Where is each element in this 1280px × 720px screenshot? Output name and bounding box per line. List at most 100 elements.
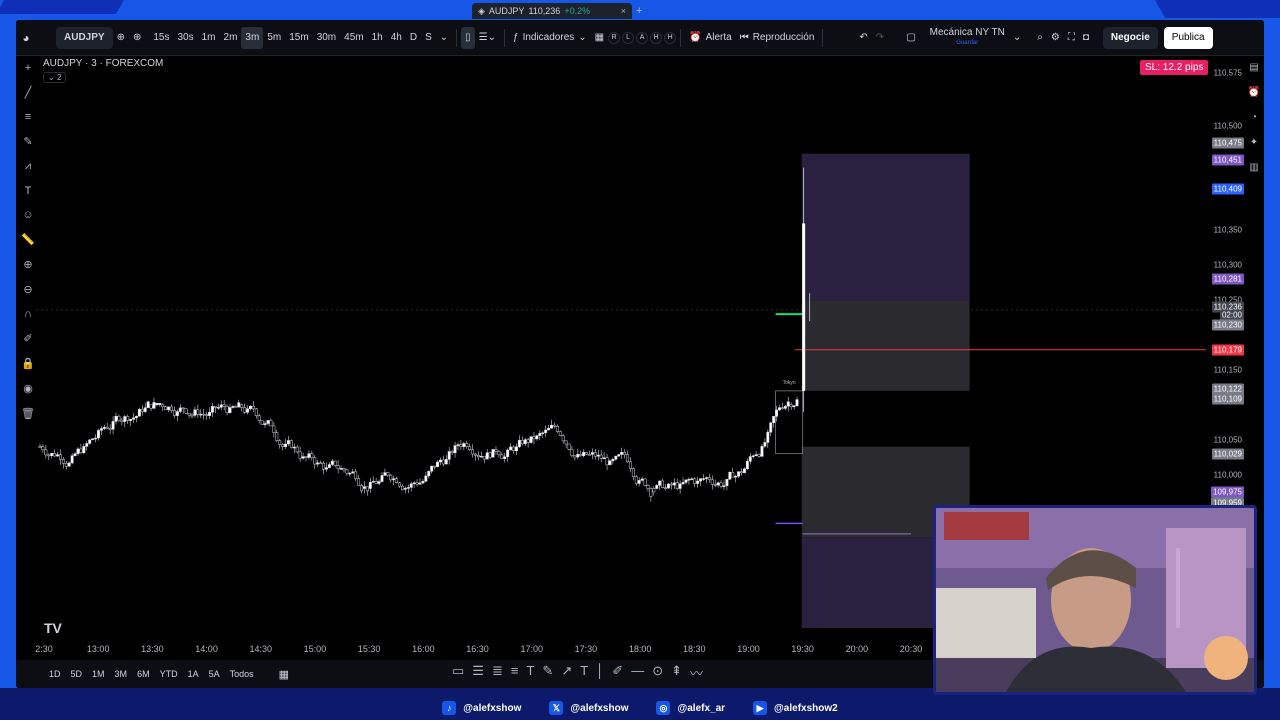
eye-icon[interactable]: ◉ xyxy=(23,382,33,395)
interval-1h[interactable]: 1h xyxy=(368,27,387,49)
interval-S[interactable]: S xyxy=(421,27,436,49)
trend-line-icon[interactable]: ╱ xyxy=(25,86,32,99)
text-icon[interactable]: T xyxy=(25,185,32,197)
range-ytd[interactable]: YTD xyxy=(155,669,183,679)
interval-30m[interactable]: 30m xyxy=(313,27,340,49)
indicator-count[interactable]: ⌄ 2 xyxy=(43,72,67,83)
interval-30s[interactable]: 30s xyxy=(173,27,197,49)
goto-date-icon[interactable]: ▦ xyxy=(279,668,289,681)
ruler-icon[interactable]: 📏 xyxy=(21,233,35,246)
compare-icon[interactable]: ⊕ xyxy=(113,27,129,49)
ideas-icon[interactable]: ✦ xyxy=(1250,137,1258,148)
brush-tool-icon[interactable]: ✎ xyxy=(542,663,553,682)
channel-icon[interactable]: ≣ xyxy=(492,663,503,682)
text-label-icon[interactable]: T xyxy=(580,663,588,682)
search-icon[interactable]: ⌕ xyxy=(1033,27,1047,49)
candle xyxy=(596,449,600,461)
template-r-button[interactable]: R xyxy=(608,31,621,44)
rectangle-icon[interactable]: ▭ xyxy=(452,663,464,682)
template-a-button[interactable]: A xyxy=(636,31,649,44)
candle xyxy=(263,420,267,428)
calendar-icon[interactable]: ▥ xyxy=(1249,162,1258,173)
interval-D[interactable]: D xyxy=(406,27,421,49)
interval-15s[interactable]: 15s xyxy=(149,27,173,49)
fib-retracement-icon[interactable]: ≡ xyxy=(511,663,519,682)
path-icon[interactable]: 〰 xyxy=(690,663,703,682)
template-l-button[interactable]: L xyxy=(622,31,635,44)
interval-dropdown-icon[interactable]: ⌄ xyxy=(436,27,452,49)
interval-5m[interactable]: 5m xyxy=(263,27,285,49)
emoji-icon[interactable]: ☺ xyxy=(22,209,33,221)
undo-icon[interactable]: ↶ xyxy=(855,27,871,49)
fullscreen-icon[interactable]: ⛶ xyxy=(1064,27,1079,49)
range-1d[interactable]: 1D xyxy=(44,669,66,679)
range-6m[interactable]: 6M xyxy=(132,669,155,679)
settings-icon[interactable]: ⚙ xyxy=(1047,27,1064,49)
new-tab-icon[interactable]: + xyxy=(636,5,642,17)
indicators-button[interactable]: ƒ Indicadores ⌄ xyxy=(509,27,591,49)
fib-icon[interactable]: ≡ xyxy=(25,111,31,123)
trade-button[interactable]: Negocie xyxy=(1102,26,1158,49)
hlines-icon[interactable]: ☰ xyxy=(472,663,484,682)
zoom-in-icon[interactable]: ⊕ xyxy=(23,258,32,271)
layout-icon[interactable]: ▢ xyxy=(902,27,919,49)
range-3m[interactable]: 3M xyxy=(110,669,133,679)
interval-3m[interactable]: 3m xyxy=(241,26,264,49)
range-todos[interactable]: Todos xyxy=(225,669,259,679)
camera-icon[interactable]: ◘ xyxy=(1079,27,1093,49)
target-icon[interactable]: ⊙ xyxy=(652,663,663,682)
gray-zone[interactable] xyxy=(801,300,970,391)
candle xyxy=(330,459,334,466)
template-h-button[interactable]: H xyxy=(650,31,663,44)
social-item[interactable]: 𝕏 @alefxshow xyxy=(549,701,628,715)
watchlist-icon[interactable]: ▤ xyxy=(1249,62,1258,73)
crosshair-icon[interactable]: + xyxy=(25,62,31,74)
chat-icon[interactable]: ◔ xyxy=(1251,112,1257,123)
redo-icon[interactable]: ↷ xyxy=(872,27,888,49)
browser-tab[interactable]: ◈ AUDJPY 110,236 +0.2% × xyxy=(472,3,632,19)
chart-type-icon[interactable]: ☰⌄ xyxy=(475,27,500,49)
symbol-search-button[interactable]: AUDJPY xyxy=(56,26,113,49)
target-zone[interactable] xyxy=(801,153,970,301)
trash-icon[interactable]: 🗑 xyxy=(21,407,35,420)
candle xyxy=(415,479,419,487)
pattern-icon[interactable]: ⩘ xyxy=(25,160,31,173)
candle xyxy=(307,450,311,460)
arrow-icon[interactable]: ↗ xyxy=(561,663,572,682)
brush-icon[interactable]: ✎ xyxy=(23,135,32,148)
interval-4h[interactable]: 4h xyxy=(387,27,406,49)
zoom-out-icon[interactable]: ⊖ xyxy=(23,283,32,296)
bar-style-icon[interactable]: ▯ xyxy=(461,26,475,49)
range-1m[interactable]: 1M xyxy=(87,669,110,679)
magnet-icon[interactable]: ∩ xyxy=(24,308,32,320)
close-icon[interactable]: × xyxy=(621,6,626,16)
interval-45m[interactable]: 45m xyxy=(340,27,367,49)
interval-2m[interactable]: 2m xyxy=(220,27,242,49)
highlighter-icon[interactable]: ✐ xyxy=(612,663,623,682)
social-item[interactable]: ▶ @alefxshow2 xyxy=(753,701,838,715)
tokyo-session-box[interactable] xyxy=(775,390,804,455)
horizontal-line-icon[interactable]: — xyxy=(631,663,644,682)
text-tool-icon[interactable]: T xyxy=(526,663,534,682)
range-5a[interactable]: 5A xyxy=(204,669,225,679)
long-position-icon[interactable]: ⇞ xyxy=(671,663,682,682)
range-1a[interactable]: 1A xyxy=(183,669,204,679)
interval-15m[interactable]: 15m xyxy=(285,27,312,49)
social-item[interactable]: ♪ @alefxshow xyxy=(442,701,521,715)
alert-button[interactable]: ⏰ Alerta xyxy=(685,27,736,49)
vertical-line-icon[interactable]: │ xyxy=(596,663,604,682)
add-symbol-icon[interactable]: ⊕ xyxy=(129,27,145,49)
social-item[interactable]: ◎ @alefx_ar xyxy=(656,701,725,715)
template-h-button[interactable]: H xyxy=(664,31,677,44)
lock-drawing-icon[interactable]: ✐ xyxy=(23,332,32,345)
replay-button[interactable]: ⏮ Reproducción xyxy=(736,27,819,49)
interval-1m[interactable]: 1m xyxy=(198,27,220,49)
range-5d[interactable]: 5D xyxy=(66,669,88,679)
lock-icon[interactable]: 🔒 xyxy=(21,357,35,370)
chevron-down-icon[interactable]: ⌄ xyxy=(1009,27,1025,49)
alerts-panel-icon[interactable]: ⏰ xyxy=(1248,87,1260,98)
user-avatar-icon[interactable]: ◕ xyxy=(16,31,36,45)
templates-icon[interactable]: ▦ xyxy=(591,27,608,49)
layout-name-button[interactable]: Mecánica NY TN Guardar xyxy=(926,27,1009,49)
publish-button[interactable]: Publica xyxy=(1163,26,1213,49)
